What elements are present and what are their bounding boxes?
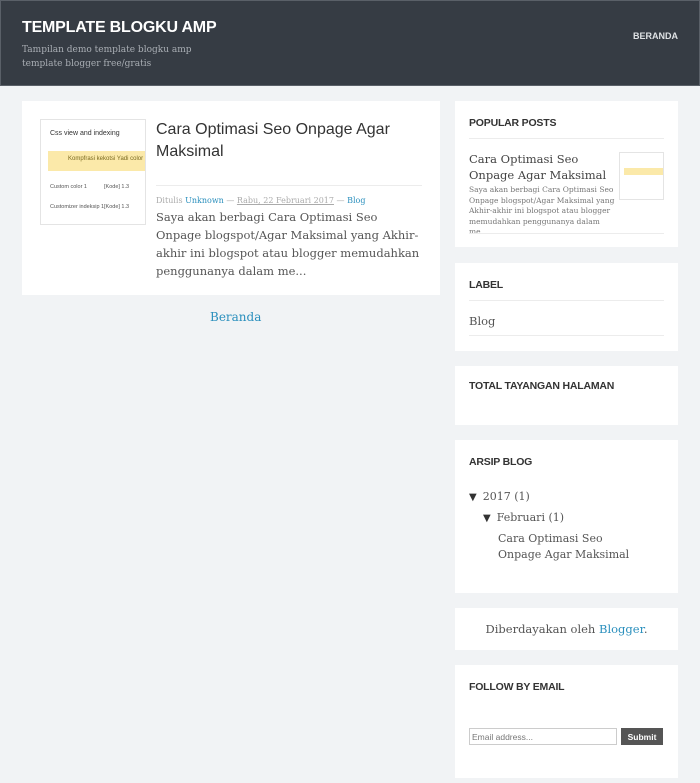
archive-year[interactable]: ▼ 2017 (1) [469,490,530,503]
popular-post-snippet: Saya akan berbagi Cara Optimasi Seo Onpa… [469,185,615,236]
widget-title: ARSIP BLOG [469,456,533,468]
powered-by-suffix: . [643,622,648,636]
widget-divider [469,233,664,234]
submit-button[interactable]: Submit [621,728,663,745]
author-link[interactable]: Unknown [185,196,224,205]
archive-post-link[interactable]: Cara Optimasi Seo Onpage Agar Maksimal [498,531,648,563]
pager-home-link[interactable]: Beranda [210,310,261,324]
blogger-link[interactable]: Blogger [599,622,644,636]
thumbnail-row-value: [Kode] 1.3 [104,184,130,190]
powered-by-prefix: Diberdayakan oleh [485,622,596,636]
thumbnail-row-value: [Kode] 1.3 [104,204,130,210]
post-date[interactable]: Rabu, 22 Februari 2017 [237,196,334,205]
thumbnail-band-text: Kompfrasi kekotsi Yadi color [68,156,144,162]
follow-by-email-widget: FOLLOW BY EMAIL Submit [455,665,678,778]
meta-prefix: Ditulis [156,196,183,205]
thumbnail-highlight [624,168,663,175]
widget-title: POPULAR POSTS [469,117,557,129]
archive-year-label[interactable]: 2017 [483,490,511,503]
label-item-blog[interactable]: Blog [469,314,495,328]
thumbnail-row-label: Customizer indeksip 1 [50,204,105,210]
archive-month-label[interactable]: Februari [497,511,545,524]
post-meta: Ditulis Unknown — Rabu, 22 Februari 2017… [156,196,365,205]
post-divider [156,185,422,186]
widget-title: FOLLOW BY EMAIL [469,681,565,693]
post-label-link[interactable]: Blog [347,196,365,205]
archive-month[interactable]: ▼ Februari (1) [483,511,564,524]
widget-divider [469,335,664,336]
meta-separator: — [336,196,345,205]
label-widget: LABEL Blog [455,263,678,351]
toggle-down-icon[interactable]: ▼ [483,513,491,524]
powered-by-text: Diberdayakan oleh Blogger. [455,622,678,636]
archive-year-count: (1) [514,490,530,503]
post-thumbnail[interactable]: Css view and indexing Kompfrasi kekotsi … [40,119,146,225]
thumbnail-highlight: Kompfrasi kekotsi Yadi color [48,151,145,171]
popular-post-thumbnail[interactable] [619,152,664,200]
archive-widget: ARSIP BLOG ▼ 2017 (1) ▼ Februari (1) Cara … [455,440,678,593]
site-header: TEMPLATE BLOGKU AMP Tampilan demo templa… [0,0,700,86]
thumbnail-row-label: Custom color 1 [50,184,87,190]
powered-by-widget: Diberdayakan oleh Blogger. [455,608,678,650]
site-title[interactable]: TEMPLATE BLOGKU AMP [22,19,217,37]
widget-divider [469,138,664,139]
site-description: Tampilan demo template blogku amp templa… [22,45,192,69]
post-card: Css view and indexing Kompfrasi kekotsi … [22,101,440,295]
popular-posts-widget: POPULAR POSTS Cara Optimasi Seo Onpage A… [455,101,678,247]
toggle-down-icon[interactable]: ▼ [469,492,477,503]
widget-title: TOTAL TAYANGAN HALAMAN [469,380,615,392]
email-input[interactable] [469,728,617,745]
widget-title: LABEL [469,279,503,291]
meta-separator: — [226,196,235,205]
nav-home-link[interactable]: BERANDA [633,31,678,41]
widget-divider [469,300,664,301]
thumbnail-heading: Css view and indexing [50,130,120,137]
post-excerpt: Saya akan berbagi Cara Optimasi Seo Onpa… [156,210,420,278]
archive-month-count: (1) [548,511,565,524]
popular-post-title[interactable]: Cara Optimasi Seo Onpage Agar Maksimal [469,151,614,183]
pageviews-widget: TOTAL TAYANGAN HALAMAN [455,366,678,425]
post-title[interactable]: Cara Optimasi Seo Onpage Agar Maksimal [156,119,416,163]
